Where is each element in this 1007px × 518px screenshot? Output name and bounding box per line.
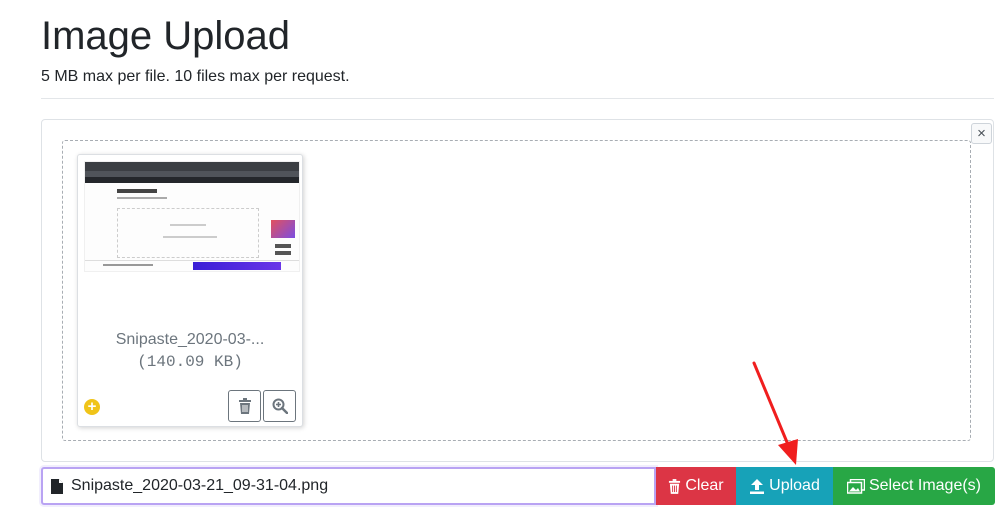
file-name: Snipaste_2020-03-... — [115, 331, 265, 348]
file-thumbnail-card: Snipaste_2020-03-... (140.09 KB) + — [77, 154, 303, 427]
zoom-file-button[interactable] — [263, 390, 296, 422]
upload-button[interactable]: Upload — [736, 467, 833, 505]
zoom-in-icon — [272, 398, 288, 414]
file-size: (140.09 KB) — [137, 353, 243, 371]
trash-icon — [238, 398, 251, 414]
file-name-field[interactable]: Snipaste_2020-03-21_09-31-04.png — [41, 467, 656, 505]
clear-label: Clear — [685, 477, 724, 494]
select-images-label: Select Image(s) — [868, 477, 982, 494]
file-name-value: Snipaste_2020-03-21_09-31-04.png — [71, 477, 329, 494]
drop-zone[interactable]: Snipaste_2020-03-... (140.09 KB) + — [62, 140, 971, 441]
plus-circle-icon: + — [84, 399, 100, 415]
divider — [41, 98, 994, 99]
page-title: Image Upload — [41, 14, 291, 58]
select-images-button[interactable]: Select Image(s) — [833, 467, 995, 505]
upload-icon — [749, 478, 765, 494]
remove-file-button[interactable] — [228, 390, 261, 422]
images-icon — [846, 478, 865, 494]
upload-label: Upload — [769, 477, 820, 494]
trash-icon — [668, 478, 681, 494]
file-icon — [51, 478, 63, 494]
page-subtitle: 5 MB max per file. 10 files max per requ… — [41, 68, 350, 85]
close-preview-button[interactable]: × — [971, 123, 992, 144]
clear-button[interactable]: Clear — [656, 467, 736, 505]
file-preview-panel: × Snipaste_2020-03-... (140.09 KB) + — [41, 119, 994, 462]
image-preview[interactable] — [84, 161, 300, 272]
